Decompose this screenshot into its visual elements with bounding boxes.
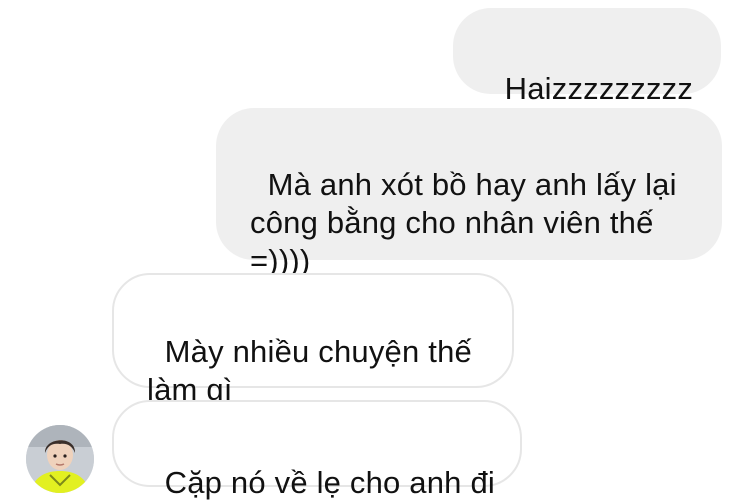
message-bubble-sent[interactable]: Haizzzzzzzzz [453,8,721,106]
message-text: Cặp nó về lẹ cho anh đi [164,465,495,500]
person-photo-icon [26,425,94,493]
message-text: Haizzzzzzzzz [504,71,694,106]
avatar[interactable] [26,425,94,493]
message-text: Mày nhiều chuyện thế làm gì [147,334,472,407]
message-text: Mà anh xót bồ hay anh lấy lại công bằng … [250,167,677,278]
message-bubble-received[interactable]: Mày nhiều chuyện thế làm gì [112,273,514,407]
message-bubble-received[interactable]: Cặp nó về lẹ cho anh đi [112,400,522,500]
message-bubble-sent[interactable]: Mà anh xót bồ hay anh lấy lại công bằng … [216,108,722,278]
